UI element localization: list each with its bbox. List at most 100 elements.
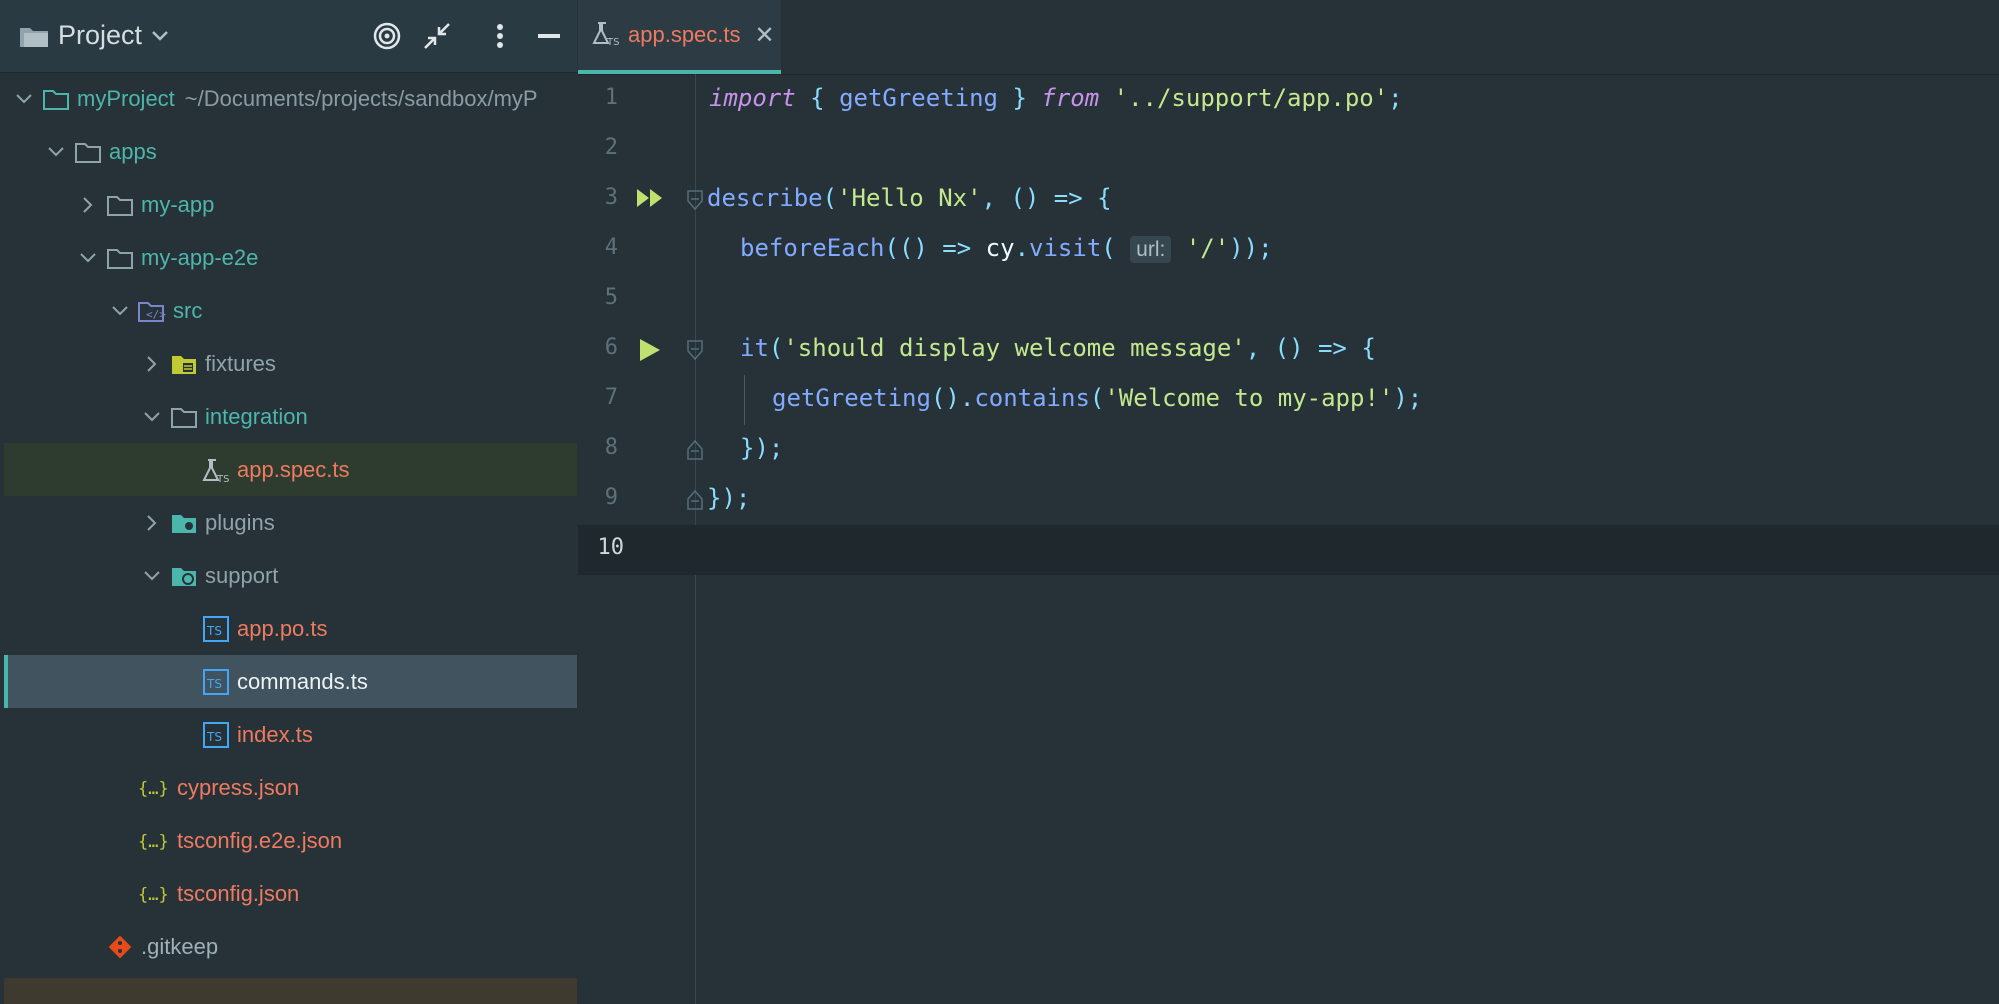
run-all-tests-icon[interactable] <box>636 188 664 213</box>
line-number: 3 <box>604 185 618 210</box>
tree-item-label: my-app-e2e <box>141 244 259 270</box>
fold-icon[interactable] <box>686 190 704 215</box>
tree-item-label: commands.ts <box>237 668 368 694</box>
svg-text:{…}: {…} <box>138 779 169 799</box>
tree-item-myproject[interactable]: myProject ~/Documents/projects/sandbox/m… <box>4 72 577 125</box>
tree-item-label: tsconfig.e2e.json <box>177 827 343 853</box>
code-editor[interactable]: TS app.spec.ts ✕ 1 import { getGreeting … <box>578 0 1999 1004</box>
typescript-file-icon: TS <box>202 615 230 643</box>
tree-item-cypress-json[interactable]: {…} cypress.json <box>4 761 577 814</box>
chevron-right-icon[interactable] <box>142 354 162 374</box>
tree-item-apps[interactable]: apps <box>4 125 577 178</box>
tree-item-index-ts[interactable]: TS index.ts <box>4 708 577 761</box>
tree-item-my-app-e2e[interactable]: my-app-e2e <box>4 231 577 284</box>
line-number: 9 <box>604 485 618 510</box>
tree-item-label: fixtures <box>205 350 276 376</box>
fold-end-icon[interactable] <box>686 489 704 515</box>
svg-text:TS: TS <box>206 677 222 691</box>
chevron-down-icon[interactable] <box>46 142 66 162</box>
svg-text:{…}: {…} <box>138 885 169 905</box>
tree-item-label: myProject <box>77 85 175 111</box>
line-number: 2 <box>604 135 618 160</box>
json-file-icon: {…} <box>138 827 170 855</box>
project-tool-window: Project myProject ~/Documents/projects/s… <box>0 0 577 1004</box>
chevron-down-icon[interactable] <box>142 566 162 586</box>
tree-item-dist[interactable]: dist <box>4 978 577 1004</box>
folder-icon <box>42 85 70 113</box>
run-test-icon[interactable] <box>638 338 662 367</box>
line-number: 1 <box>604 85 618 110</box>
chevron-down-icon[interactable] <box>142 18 178 54</box>
code-text: getGreeting().contains('Welcome to my-ap… <box>772 384 1423 412</box>
code-line[interactable]: 9 }); <box>578 475 1999 525</box>
project-folder-icon <box>16 18 52 54</box>
code-line[interactable]: 1 import { getGreeting } from '../suppor… <box>578 75 1999 125</box>
svg-text:TS: TS <box>606 37 619 46</box>
tree-item-label: index.ts <box>237 721 313 747</box>
hide-panel-icon[interactable] <box>531 18 567 54</box>
tree-item-app-spec-ts[interactable]: TS app.spec.ts <box>4 443 577 496</box>
svg-text:TS: TS <box>206 730 222 744</box>
code-line-current[interactable]: 10 <box>578 525 1999 575</box>
fold-end-icon[interactable] <box>686 439 704 465</box>
tree-item-label: plugins <box>205 509 275 535</box>
chevron-down-icon[interactable] <box>78 248 98 268</box>
tab-app-spec-ts[interactable]: TS app.spec.ts ✕ <box>578 0 781 74</box>
tree-item-commands-ts[interactable]: TS commands.ts <box>4 655 577 708</box>
folder-icon <box>74 138 102 166</box>
tree-item-tsconfig-json[interactable]: {…} tsconfig.json <box>4 867 577 920</box>
chevron-down-icon[interactable] <box>110 301 130 321</box>
svg-text:TS: TS <box>216 474 229 483</box>
project-path: ~/Documents/projects/sandbox/myP <box>184 85 538 111</box>
tree-item-gitkeep[interactable]: .gitkeep <box>4 920 577 973</box>
folder-icon <box>170 403 198 431</box>
line-number: 6 <box>604 335 618 360</box>
tree-item-plugins[interactable]: plugins <box>4 496 577 549</box>
code-line[interactable]: 7 getGreeting().contains('Welcome to my-… <box>578 375 1999 425</box>
code-line[interactable]: 8 }); <box>578 425 1999 475</box>
tree-item-app-po-ts[interactable]: TS app.po.ts <box>4 602 577 655</box>
tree-item-src[interactable]: </> src <box>4 284 577 337</box>
more-options-icon[interactable] <box>482 18 518 54</box>
tree-item-label: tsconfig.json <box>177 880 300 906</box>
line-number: 7 <box>604 385 618 410</box>
code-text: }); <box>707 484 751 512</box>
svg-text:</>: </> <box>146 308 166 321</box>
tree-item-label: apps <box>109 138 157 164</box>
tree-item-label: app.po.ts <box>237 615 328 641</box>
tree-item-my-app[interactable]: my-app <box>4 178 577 231</box>
tree-item-label: support <box>205 562 279 588</box>
tree-item-label: src <box>173 297 203 323</box>
resources-folder-icon <box>170 350 198 378</box>
fold-icon[interactable] <box>686 340 704 365</box>
indent-guide <box>744 375 745 425</box>
tree-item-label: my-app <box>141 191 215 217</box>
chevron-down-icon[interactable] <box>14 89 34 109</box>
line-number: 10 <box>597 535 625 560</box>
code-line[interactable]: 5 <box>578 275 1999 325</box>
code-text: }); <box>740 434 784 462</box>
locate-target-icon[interactable] <box>369 18 405 54</box>
code-line[interactable]: 2 <box>578 125 1999 175</box>
project-view-selector[interactable]: Project <box>58 20 142 51</box>
test-file-icon: TS <box>592 20 620 51</box>
tree-item-support[interactable]: support <box>4 549 577 602</box>
chevron-right-icon[interactable] <box>78 195 98 215</box>
svg-text:TS: TS <box>206 624 222 638</box>
source-folder-icon: </> <box>138 297 166 325</box>
code-line[interactable]: 3 describe('Hello Nx', () => { <box>578 175 1999 225</box>
code-text: import { getGreeting } from '../support/… <box>709 84 1403 112</box>
code-line[interactable]: 6 it('should display welcome message', (… <box>578 325 1999 375</box>
tree-item-label: .gitkeep <box>141 933 219 959</box>
tree-item-integration[interactable]: integration <box>4 390 577 443</box>
json-file-icon: {…} <box>138 774 170 802</box>
chevron-down-icon[interactable] <box>142 407 162 427</box>
tree-item-tsconfig-e2e-json[interactable]: {…} tsconfig.e2e.json <box>4 814 577 867</box>
close-icon[interactable]: ✕ <box>755 21 775 50</box>
collapse-all-icon[interactable] <box>419 18 455 54</box>
code-line[interactable]: 4 beforeEach(() => cy.visit( url: '/')); <box>578 225 1999 275</box>
tree-item-fixtures[interactable]: fixtures <box>4 337 577 390</box>
code-text: it('should display welcome message', () … <box>740 334 1376 362</box>
tree-item-label: integration <box>205 403 308 429</box>
chevron-right-icon[interactable] <box>142 513 162 533</box>
